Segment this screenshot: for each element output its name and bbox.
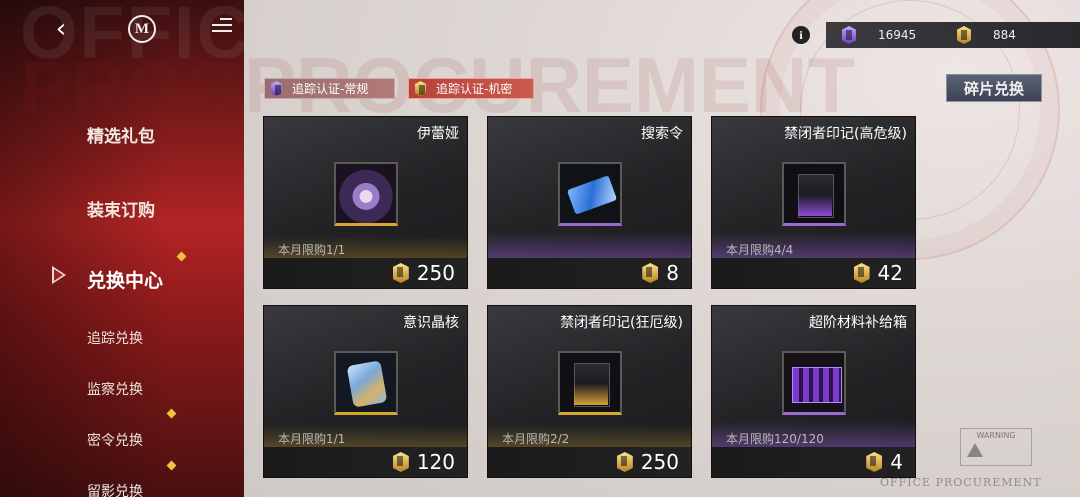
item-thumbnail	[334, 351, 398, 415]
price-bar: 250	[488, 447, 691, 477]
search-warrant-image	[560, 164, 620, 223]
item-price: 42	[877, 261, 903, 285]
item-name: 伊蕾娅	[417, 126, 459, 142]
item-price: 120	[416, 450, 455, 474]
purchase-limit: 本月限购1/1	[278, 432, 346, 446]
currency-purple-value: 16945	[878, 28, 917, 42]
item-thumbnail	[558, 162, 622, 226]
shop-card[interactable]: 意识晶核 本月限购1/1 120	[263, 305, 468, 478]
item-name: 禁闭者印记(高危级)	[784, 126, 907, 142]
purchase-limit: 本月限购2/2	[502, 432, 570, 446]
sidebar-item-featured-packs[interactable]: 精选礼包	[87, 122, 155, 147]
item-price: 250	[416, 261, 455, 285]
crystal-core-image	[336, 353, 396, 412]
currency-purple[interactable]: 16945	[826, 26, 941, 44]
tab-tracking-classified[interactable]: 追踪认证-机密	[408, 78, 534, 99]
gold-token-icon	[392, 452, 409, 472]
tab-label: 追踪认证-机密	[436, 82, 513, 96]
purple-token-icon	[271, 81, 282, 96]
fragment-exchange-button[interactable]: 碎片兑换	[946, 74, 1042, 102]
item-thumbnail	[334, 162, 398, 226]
info-icon[interactable]: i	[792, 26, 810, 44]
shop-card[interactable]: 禁闭者印记(高危级) 本月限购4/4 42	[711, 116, 916, 289]
item-name: 意识晶核	[403, 315, 459, 331]
price-bar: 4	[712, 447, 915, 477]
price-bar: 42	[712, 258, 915, 288]
gold-token-icon	[415, 81, 426, 96]
sealed-box-image	[560, 353, 620, 412]
sidebar-item-photo-exchange[interactable]: 留影兑换	[87, 481, 143, 497]
shop-card[interactable]: 禁闭者印记(狂厄级) 本月限购2/2 250	[487, 305, 692, 478]
sidebar-item-tracking-exchange[interactable]: 追踪兑换	[87, 328, 143, 348]
logo-icon[interactable]: M	[128, 15, 156, 43]
price-bar: 250	[264, 258, 467, 288]
warning-label: WARNING	[960, 428, 1032, 466]
character-portrait-image	[336, 164, 396, 223]
top-bar: ‹ M i 16945 884	[0, 0, 1080, 60]
gold-token-icon	[392, 263, 409, 283]
chevron-left-icon[interactable]: ‹	[44, 12, 78, 46]
gold-token-icon	[866, 452, 883, 472]
purple-token-icon	[842, 26, 856, 44]
item-name: 搜索令	[641, 126, 683, 142]
sidebar-item-outfit-order[interactable]: 装束订购	[87, 196, 155, 221]
menu-icon[interactable]	[212, 18, 232, 40]
item-price: 8	[666, 261, 679, 285]
shop-card[interactable]: 搜索令 8	[487, 116, 692, 289]
item-name: 超阶材料补给箱	[809, 315, 907, 331]
item-name: 禁闭者印记(狂厄级)	[560, 315, 683, 331]
shop-card[interactable]: 伊蕾娅 本月限购1/1 250	[263, 116, 468, 289]
sidebar-item-exchange-center[interactable]: 兑换中心	[87, 266, 163, 293]
left-sidebar: OFFICE PROCUREMENT	[0, 0, 244, 497]
shop-card[interactable]: 超阶材料补给箱 本月限购120/120 4	[711, 305, 916, 478]
purchase-limit: 本月限购4/4	[726, 243, 794, 257]
tab-label: 追踪认证-常规	[292, 82, 369, 96]
item-thumbnail	[782, 351, 846, 415]
purchase-limit: 本月限购1/1	[278, 243, 346, 257]
price-bar: 8	[488, 258, 691, 288]
warning-text: WARNING	[976, 431, 1016, 440]
active-arrow-icon	[52, 266, 66, 284]
currency-gold-value: 884	[993, 28, 1016, 42]
gold-token-icon	[853, 263, 870, 283]
currency-gold[interactable]: 884	[941, 26, 1056, 44]
item-price: 4	[890, 450, 903, 474]
item-price: 250	[640, 450, 679, 474]
warning-triangle-icon	[967, 443, 983, 457]
supply-crate-image	[784, 353, 844, 412]
purchase-limit: 本月限购120/120	[726, 432, 824, 446]
currency-bar: 16945 884	[826, 22, 1080, 48]
item-thumbnail	[558, 351, 622, 415]
gold-token-icon	[642, 263, 659, 283]
tab-tracking-regular[interactable]: 追踪认证-常规	[264, 78, 395, 99]
gold-token-icon	[616, 452, 633, 472]
item-thumbnail	[782, 162, 846, 226]
sealed-box-image	[784, 164, 844, 223]
sidebar-item-surveillance-exchange[interactable]: 监察兑换	[87, 379, 143, 399]
price-bar: 120	[264, 447, 467, 477]
rarity-glow	[488, 232, 691, 258]
sidebar-item-cipher-exchange[interactable]: 密令兑换	[87, 430, 143, 450]
gold-token-icon	[957, 26, 971, 44]
